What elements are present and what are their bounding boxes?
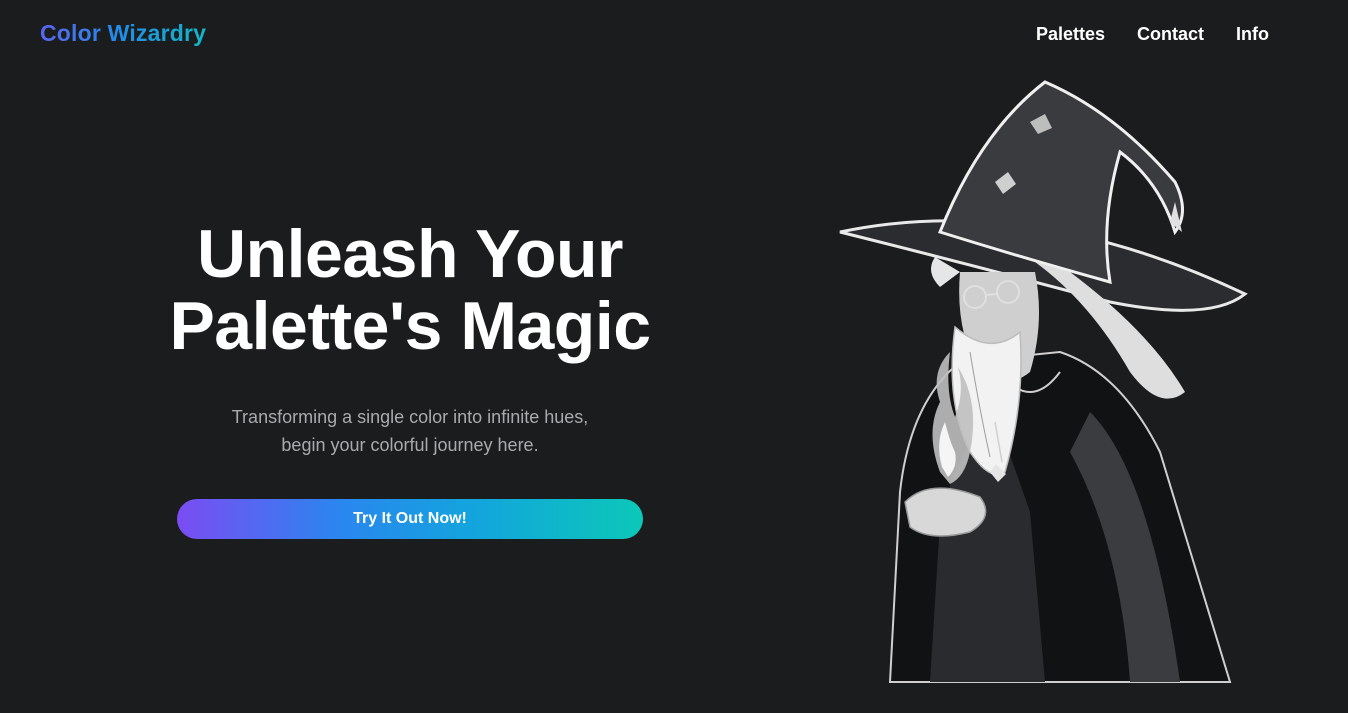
try-it-out-button[interactable]: Try It Out Now! (177, 499, 643, 539)
wizard-illustration (839, 80, 1248, 683)
landing-page: Color Wizardry Palettes Contact Info Unl… (0, 0, 1348, 713)
top-nav: Palettes Contact Info (1036, 24, 1269, 45)
hero-title-line-1: Unleash Your (196, 216, 624, 292)
hero-title: Unleash Your Palette's Magic (80, 218, 740, 362)
nav-link-info[interactable]: Info (1236, 24, 1269, 45)
nav-link-palettes[interactable]: Palettes (1036, 24, 1105, 45)
brand-logo[interactable]: Color Wizardry (40, 20, 206, 47)
hero-subtitle-line-2: begin your colorful journey here. (281, 435, 539, 455)
hero-title-line-2: Palette's Magic (169, 288, 651, 364)
nav-link-contact[interactable]: Contact (1137, 24, 1204, 45)
hero-subtitle: Transforming a single color into infinit… (150, 403, 670, 459)
hero-subtitle-line-1: Transforming a single color into infinit… (231, 407, 589, 427)
